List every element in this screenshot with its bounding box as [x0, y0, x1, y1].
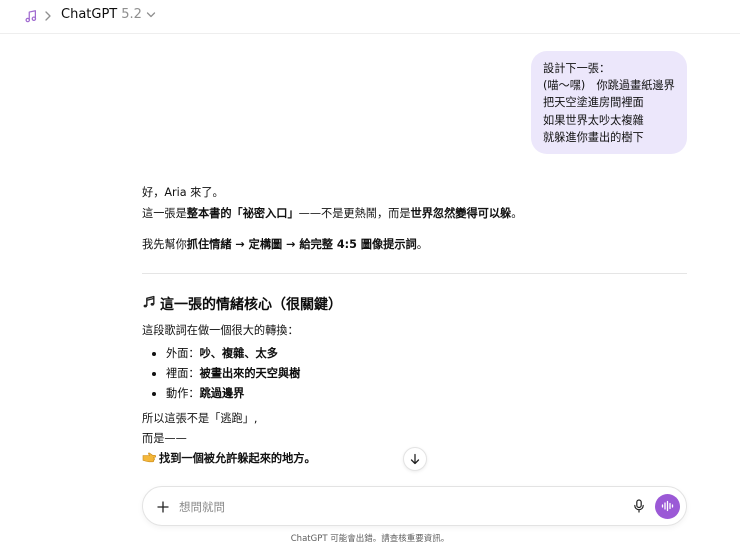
disclaimer-text: ChatGPT 可能會出錯。請查核重要資訊。 — [290, 534, 450, 544]
model-version: 5.2 — [121, 7, 142, 22]
section-heading: 這一張的情緒核心（很關鍵） — [142, 294, 342, 314]
assistant-paragraph: 我先幫你抓住情緒 → 定構圖 → 給完整 4:5 圖像提示詞。 — [142, 238, 428, 251]
prompt-input[interactable] — [179, 497, 619, 517]
chevron-down-icon — [146, 11, 156, 19]
user-message-line: 把天空塗進房間裡面 — [543, 96, 644, 110]
voice-mode-button[interactable] — [655, 494, 680, 519]
assistant-paragraph: 這一張是整本書的「祕密入口」——不是更熱鬧，而是世界忽然變得可以躲。 — [142, 207, 523, 220]
user-message-line: 就躲進你畫出的樹下 — [543, 130, 644, 144]
assistant-paragraph: 這段歌詞在做一個很大的轉換： — [142, 324, 299, 337]
assistant-paragraph: 而是—— — [142, 432, 187, 445]
section-divider — [142, 273, 687, 274]
model-selector[interactable]: ChatGPT 5.2 — [61, 7, 156, 22]
add-attachment-button[interactable] — [153, 497, 173, 517]
microphone-icon — [633, 498, 645, 517]
plus-icon — [157, 498, 169, 517]
user-message-line: (喵～嘿) 你跳過畫紙邊界 — [543, 79, 675, 93]
dictate-button[interactable] — [629, 497, 649, 517]
assistant-greeting: 好，Aria 來了。 — [142, 186, 224, 199]
chevron-right-icon — [42, 8, 54, 24]
user-message-line: 設計下一張： — [543, 62, 611, 75]
music-note-icon[interactable] — [22, 7, 40, 25]
assistant-paragraph: 所以這張不是「逃跑」, — [142, 412, 258, 425]
list-item: 裡面： 被畫出來的天空與樹 — [150, 364, 300, 384]
top-bar: ChatGPT 5.2 — [0, 0, 740, 34]
voice-waveform-icon — [661, 497, 674, 516]
section-title: 這一張的情緒核心（很關鍵） — [160, 297, 342, 313]
bullet-list: 外面： 吵、複雜、太多 裡面： 被畫出來的天空與樹 動作： 跳過邊界 — [150, 344, 300, 404]
user-message-line: 如果世界太吵太複雜 — [543, 113, 644, 127]
arrow-down-icon — [409, 450, 421, 469]
user-message-bubble: 設計下一張： (喵～嘿) 你跳過畫紙邊界 把天空塗進房間裡面 如果世界太吵太複雜… — [531, 51, 687, 154]
music-notes-icon — [142, 295, 156, 313]
backhand-index-pointing-right-icon — [142, 451, 157, 466]
list-item: 動作： 跳過邊界 — [150, 384, 300, 404]
scroll-to-bottom-button[interactable] — [403, 447, 427, 471]
list-item: 外面： 吵、複雜、太多 — [150, 344, 300, 364]
message-composer — [142, 486, 687, 526]
app-name: ChatGPT — [61, 7, 118, 22]
